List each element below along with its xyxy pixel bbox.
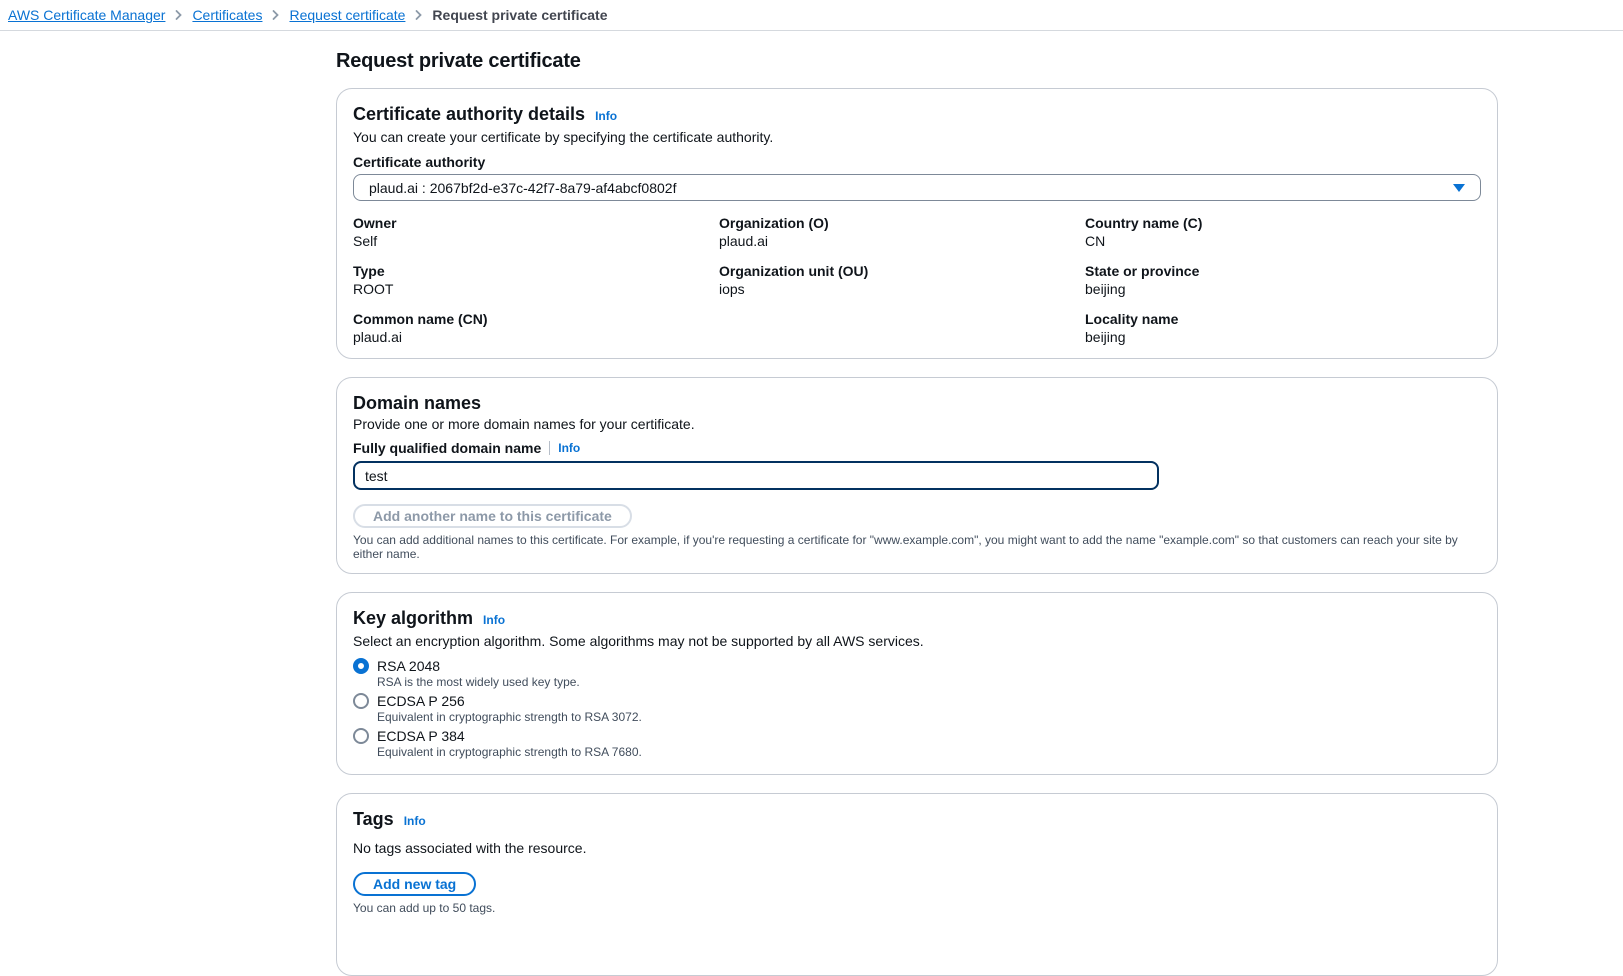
label-divider (549, 441, 551, 455)
radio-button[interactable] (353, 728, 369, 744)
detail-label: Organization (O) (719, 215, 829, 231)
breadcrumb-link-acm[interactable]: AWS Certificate Manager (8, 7, 165, 23)
breadcrumb-link-request-certificate[interactable]: Request certificate (289, 7, 405, 23)
fqdn-input[interactable] (353, 461, 1159, 490)
info-link[interactable]: Info (595, 105, 617, 127)
radio-description: RSA is the most widely used key type. (377, 675, 580, 689)
detail-label: Common name (CN) (353, 311, 488, 327)
detail-locality: Locality name beijing (1085, 310, 1481, 346)
detail-value: beijing (1085, 281, 1126, 297)
detail-label: Country name (C) (1085, 215, 1203, 231)
detail-type: Type ROOT (353, 262, 719, 298)
detail-common-name: Common name (CN) plaud.ai (353, 310, 719, 346)
radio-label: ECDSA P 256 (377, 693, 465, 709)
certificate-authority-label: Certificate authority (353, 154, 486, 170)
card-description: You can create your certificate by speci… (353, 129, 774, 145)
chevron-right-icon (174, 9, 183, 21)
radio-label: ECDSA P 384 (377, 728, 465, 744)
radio-button[interactable] (353, 658, 369, 674)
caret-down-icon (1453, 183, 1465, 192)
add-another-name-button[interactable]: Add another name to this certificate (353, 504, 632, 528)
chevron-right-icon (414, 9, 423, 21)
domain-names-card: Domain names Provide one or more domain … (336, 377, 1498, 574)
detail-organization-unit: Organization unit (OU) iops (719, 262, 1085, 298)
detail-value: CN (1085, 233, 1106, 249)
radio-button[interactable] (353, 693, 369, 709)
key-algorithm-card: Key algorithm Info Select an encryption … (336, 592, 1498, 775)
card-description: Provide one or more domain names for you… (353, 416, 695, 432)
card-title: Certificate authority details (353, 104, 586, 124)
domain-help-text: You can add additional names to this cer… (353, 533, 1458, 561)
detail-organization: Organization (O) plaud.ai (719, 214, 1085, 250)
detail-value: iops (719, 281, 745, 297)
radio-label: RSA 2048 (377, 658, 441, 674)
tags-help-text: You can add up to 50 tags. (353, 901, 496, 915)
page-title: Request private certificate (336, 50, 581, 72)
radio-option-rsa-2048: RSA 2048 RSA is the most widely used key… (353, 657, 1481, 689)
card-title: Key algorithm (353, 608, 474, 628)
fqdn-label: Fully qualified domain name (353, 440, 542, 456)
detail-value: beijing (1085, 329, 1126, 345)
detail-label: Organization unit (OU) (719, 263, 869, 279)
add-new-tag-button[interactable]: Add new tag (353, 872, 477, 896)
card-title: Domain names (353, 393, 482, 413)
breadcrumb: AWS Certificate Manager Certificates Req… (0, 0, 1623, 31)
certificate-authority-select-value: plaud.ai : 2067bf2d-e37c-42f7-8a79-af4ab… (369, 179, 677, 196)
card-description: Select an encryption algorithm. Some alg… (353, 633, 924, 649)
detail-label: Owner (353, 215, 397, 231)
detail-country: Country name (C) CN (1085, 214, 1481, 250)
detail-label: Type (353, 263, 385, 279)
radio-option-ecdsa-p256: ECDSA P 256 Equivalent in cryptographic … (353, 692, 1481, 724)
certificate-authority-detail-grid: Owner Self Organization (O) plaud.ai Cou… (353, 214, 1481, 346)
detail-state: State or province beijing (1085, 262, 1481, 298)
detail-empty-cell (719, 310, 1085, 346)
info-link[interactable]: Info (404, 810, 426, 832)
detail-value: plaud.ai (353, 329, 403, 345)
main-content: Request private certificate Certificate … (336, 49, 1498, 976)
detail-label: State or province (1085, 263, 1200, 279)
chevron-right-icon (271, 9, 280, 21)
radio-description: Equivalent in cryptographic strength to … (377, 710, 642, 724)
card-title: Tags (353, 809, 394, 829)
breadcrumb-link-certificates[interactable]: Certificates (192, 7, 262, 23)
info-link[interactable]: Info (558, 441, 580, 455)
radio-description: Equivalent in cryptographic strength to … (377, 745, 642, 759)
certificate-authority-select[interactable]: plaud.ai : 2067bf2d-e37c-42f7-8a79-af4ab… (353, 174, 1481, 201)
detail-value: ROOT (353, 281, 394, 297)
detail-owner: Owner Self (353, 214, 719, 250)
detail-value: plaud.ai (719, 233, 769, 249)
radio-option-ecdsa-p384: ECDSA P 384 Equivalent in cryptographic … (353, 727, 1481, 759)
certificate-authority-details-card: Certificate authority details Info You c… (336, 88, 1498, 359)
info-link[interactable]: Info (483, 609, 505, 631)
detail-value: Self (353, 233, 378, 249)
tags-empty-text: No tags associated with the resource. (353, 840, 587, 856)
breadcrumb-current: Request private certificate (432, 7, 608, 23)
detail-label: Locality name (1085, 311, 1179, 327)
key-algorithm-radio-group: RSA 2048 RSA is the most widely used key… (353, 657, 1481, 759)
tags-card: Tags Info No tags associated with the re… (336, 793, 1498, 976)
